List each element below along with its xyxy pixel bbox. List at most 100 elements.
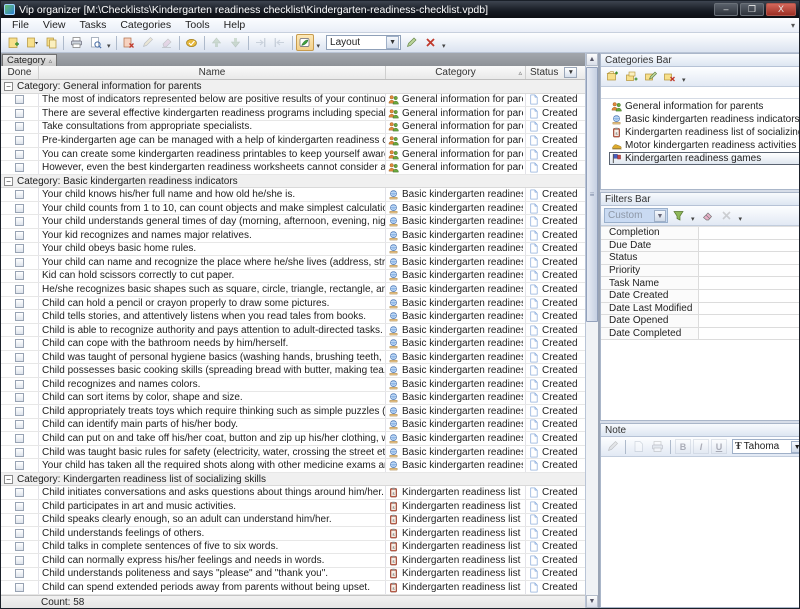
task-checkbox[interactable] <box>15 299 24 308</box>
task-checkbox[interactable] <box>15 231 24 240</box>
task-checkbox[interactable] <box>15 420 24 429</box>
underline-button[interactable]: U <box>711 439 727 454</box>
minimize-button[interactable]: – <box>714 3 738 16</box>
task-checkbox[interactable] <box>15 217 24 226</box>
group-by-chip-category[interactable]: Category▵ <box>2 54 57 66</box>
print-preview-icon[interactable] <box>86 34 104 51</box>
table-row[interactable]: Pre-kindergarten age can be managed with… <box>1 134 585 148</box>
task-checkbox[interactable] <box>15 407 24 416</box>
category-tree-item[interactable]: sKindergarten readiness list of socializ… <box>601 126 799 139</box>
table-row[interactable]: Child can identify main parts of his/her… <box>1 419 585 433</box>
task-checkbox[interactable] <box>15 244 24 253</box>
clear-filter-icon[interactable] <box>718 208 735 224</box>
task-checkbox[interactable] <box>15 204 24 213</box>
table-row[interactable]: Your child obeys basic home rules.Basic … <box>1 243 585 257</box>
new-task-icon[interactable] <box>4 34 22 51</box>
toolbar-overflow-icon[interactable]: ▾ <box>440 42 448 52</box>
filter-value[interactable] <box>699 240 799 252</box>
page-icon[interactable] <box>630 439 647 455</box>
menu-overflow-icon[interactable]: ▾ <box>791 21 795 30</box>
menu-tools[interactable]: Tools <box>178 18 217 32</box>
vertical-scrollbar[interactable]: ▲ ≡ ▼ <box>586 53 600 608</box>
layout-delete-icon[interactable] <box>421 34 439 51</box>
filter-value[interactable] <box>699 290 799 302</box>
table-row[interactable]: Child can normally express his/her feeli… <box>1 554 585 568</box>
task-checkbox[interactable] <box>15 556 24 565</box>
delete-task-icon[interactable] <box>120 34 138 51</box>
category-tree-item[interactable]: Basic kindergarten readiness indicators2… <box>601 113 799 126</box>
table-row[interactable]: However, even the best kindergarten read… <box>1 161 585 175</box>
filter-icon[interactable] <box>670 208 687 224</box>
table-row[interactable]: The most of indicators represented below… <box>1 94 585 108</box>
task-checkbox[interactable] <box>15 542 24 551</box>
move-down-icon[interactable] <box>227 34 245 51</box>
clear-icon[interactable] <box>158 34 176 51</box>
task-checkbox[interactable] <box>15 258 24 267</box>
scroll-down-icon[interactable]: ▼ <box>586 595 598 608</box>
table-row[interactable]: Child can hold a pencil or crayon proper… <box>1 297 585 311</box>
scrollbar-track[interactable]: ≡ <box>586 66 598 595</box>
notes-toggle-icon[interactable] <box>296 34 314 51</box>
task-checkbox[interactable] <box>15 326 24 335</box>
table-row[interactable]: Child understands politeness and says "p… <box>1 568 585 582</box>
task-checkbox[interactable] <box>15 461 24 470</box>
add-subcategory-icon[interactable] <box>623 69 640 85</box>
duplicate-task-icon[interactable] <box>42 34 60 51</box>
edit-note-icon[interactable] <box>604 439 621 455</box>
close-button[interactable]: X <box>766 3 796 16</box>
bold-button[interactable]: B <box>675 439 691 454</box>
category-tree-item[interactable]: Kindergarten readiness games1010 <box>609 152 799 165</box>
filter-preset-combo[interactable]: Custom ▼ <box>604 208 668 223</box>
table-row[interactable]: Your kid recognizes and names major rela… <box>1 229 585 243</box>
table-row[interactable]: Kid can hold scissors correctly to cut p… <box>1 270 585 284</box>
toolbar-overflow-icon[interactable]: ▾ <box>737 215 745 225</box>
table-row[interactable]: Your child can name and recognize the pl… <box>1 256 585 270</box>
toolbar-overflow-icon[interactable]: ▾ <box>680 76 688 86</box>
task-checkbox[interactable] <box>15 380 24 389</box>
task-checkbox[interactable] <box>15 434 24 443</box>
menu-tasks[interactable]: Tasks <box>73 18 114 32</box>
eraser-icon[interactable] <box>699 208 716 224</box>
collapse-icon[interactable]: − <box>4 177 13 186</box>
filter-value[interactable] <box>699 315 799 327</box>
move-up-icon[interactable] <box>208 34 226 51</box>
task-checkbox[interactable] <box>15 448 24 457</box>
filter-value[interactable] <box>699 252 799 264</box>
scroll-up-icon[interactable]: ▲ <box>586 53 598 66</box>
filter-value[interactable] <box>699 265 799 277</box>
filter-dropdown-icon[interactable]: ▾ <box>689 215 697 225</box>
task-checkbox[interactable] <box>15 515 24 524</box>
menu-help[interactable]: Help <box>217 18 253 32</box>
outdent-icon[interactable] <box>271 34 289 51</box>
task-checkbox[interactable] <box>15 150 24 159</box>
category-tree-item[interactable]: Motor kindergarten readiness activities9… <box>601 139 799 152</box>
task-checkbox[interactable] <box>15 366 24 375</box>
toolbar-overflow-icon[interactable]: ▾ <box>105 42 113 52</box>
category-group-row[interactable]: −Category: Basic kindergarten readiness … <box>1 175 585 189</box>
collapse-icon[interactable]: − <box>4 475 13 484</box>
table-row[interactable]: Child recognizes and names colors.Basic … <box>1 378 585 392</box>
table-row[interactable]: Child was taught of personal hygiene bas… <box>1 351 585 365</box>
table-row[interactable]: Child possesses basic cooking skills (sp… <box>1 364 585 378</box>
table-row[interactable]: Your child understands general times of … <box>1 215 585 229</box>
delete-category-icon[interactable] <box>661 69 678 85</box>
print-icon[interactable] <box>67 34 85 51</box>
filter-value[interactable] <box>699 227 799 239</box>
task-checkbox[interactable] <box>15 163 24 172</box>
task-checkbox[interactable] <box>15 190 24 199</box>
font-selector[interactable]: Ŧ Tahoma ▼ <box>732 439 799 454</box>
table-row[interactable]: Your child knows his/her full name and h… <box>1 188 585 202</box>
status-filter-dropdown-icon[interactable]: ▼ <box>564 67 577 78</box>
table-row[interactable]: Child understands feelings of others.sKi… <box>1 527 585 541</box>
task-checkbox[interactable] <box>15 122 24 131</box>
chevron-down-icon[interactable]: ▼ <box>386 36 399 49</box>
new-item-dropdown-icon[interactable] <box>23 34 41 51</box>
category-group-row[interactable]: −Category: Kindergarten readiness list o… <box>1 473 585 487</box>
table-row[interactable]: Child was taught basic rules for safety … <box>1 446 585 460</box>
table-row[interactable]: Child can spend extended periods away fr… <box>1 581 585 595</box>
table-row[interactable]: You can create some kindergarten readine… <box>1 148 585 162</box>
collapse-icon[interactable]: − <box>4 82 13 91</box>
category-tree-item[interactable]: General information for parents66 <box>601 100 799 113</box>
table-row[interactable]: Your child counts from 1 to 10, can coun… <box>1 202 585 216</box>
task-checkbox[interactable] <box>15 529 24 538</box>
